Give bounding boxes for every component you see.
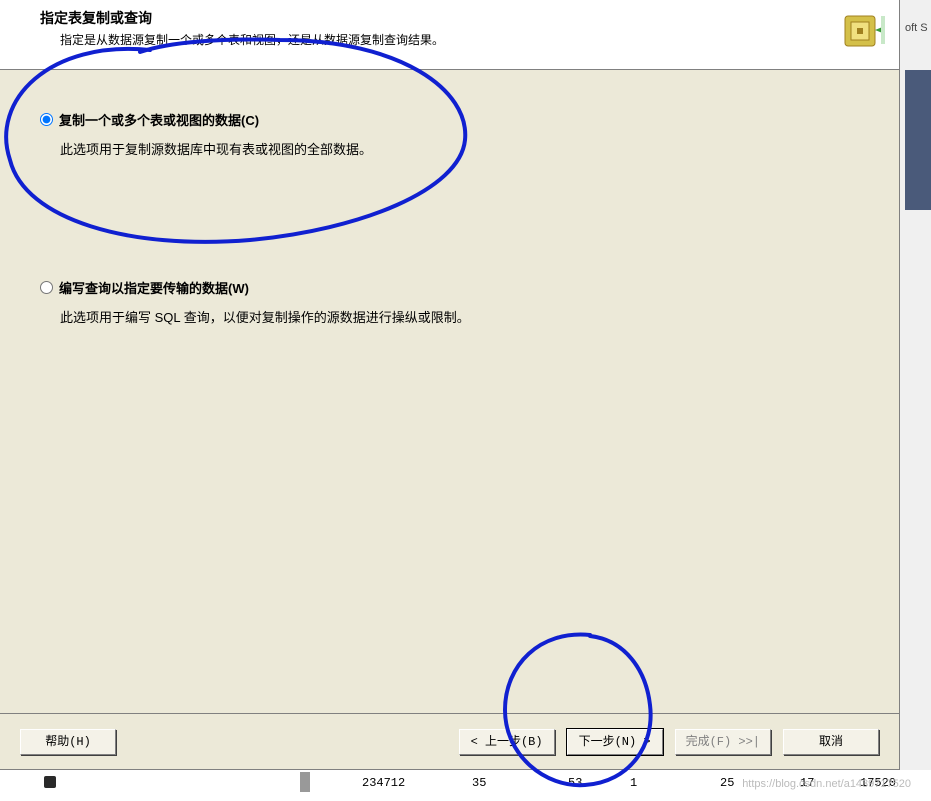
radio-copy-tables-label: 复制一个或多个表或视图的数据(C) — [59, 110, 259, 129]
radio-write-query[interactable]: 编写查询以指定要传输的数据(W) — [40, 278, 859, 297]
taskbar-fragment — [300, 772, 350, 792]
page-title: 指定表复制或查询 — [40, 8, 879, 28]
option-copy-tables: 复制一个或多个表或视图的数据(C) 此选项用于复制源数据库中现有表或视图的全部数… — [40, 110, 859, 158]
radio-copy-tables-input[interactable] — [40, 113, 53, 126]
radio-write-query-input[interactable] — [40, 281, 53, 294]
option-write-query: 编写查询以指定要传输的数据(W) 此选项用于编写 SQL 查询，以便对复制操作的… — [40, 278, 859, 326]
radio-write-query-desc: 此选项用于编写 SQL 查询，以便对复制操作的源数据进行操纵或限制。 — [60, 307, 859, 326]
radio-copy-tables-desc: 此选项用于复制源数据库中现有表或视图的全部数据。 — [60, 139, 859, 158]
help-button[interactable]: 帮助(H) — [20, 729, 116, 755]
status-col3: 53 — [568, 776, 582, 790]
wizard-header: 指定表复制或查询 指定是从数据源复制一个或多个表和视图，还是从数据源复制查询结果… — [0, 0, 899, 70]
cancel-button[interactable]: 取消 — [783, 729, 879, 755]
next-button[interactable]: 下一步(N) > — [567, 729, 663, 755]
status-col5: 25 — [720, 776, 734, 790]
wizard-dialog: 指定表复制或查询 指定是从数据源复制一个或多个表和视图，还是从数据源复制查询结果… — [0, 0, 900, 770]
radio-write-query-label: 编写查询以指定要传输的数据(W) — [59, 278, 249, 297]
background-dark-panel — [905, 70, 931, 210]
taskbar-icon — [44, 776, 56, 788]
watermark: https://blog.csdn.net/a1439717520 — [742, 778, 911, 790]
button-bar: 帮助(H) < 上一步(B) 下一步(N) > 完成(F) >>| 取消 — [0, 713, 899, 769]
finish-button: 完成(F) >>| — [675, 729, 771, 755]
wizard-icon — [837, 6, 885, 54]
page-subtitle: 指定是从数据源复制一个或多个表和视图，还是从数据源复制查询结果。 — [60, 31, 879, 48]
background-corner-text: oft S — [905, 22, 928, 34]
status-col1: 234712 — [362, 776, 405, 790]
back-button[interactable]: < 上一步(B) — [459, 729, 555, 755]
radio-copy-tables[interactable]: 复制一个或多个表或视图的数据(C) — [40, 110, 859, 129]
wizard-content: 复制一个或多个表或视图的数据(C) 此选项用于复制源数据库中现有表或视图的全部数… — [0, 70, 899, 713]
status-col2: 35 — [472, 776, 486, 790]
status-col4: 1 — [630, 776, 637, 790]
